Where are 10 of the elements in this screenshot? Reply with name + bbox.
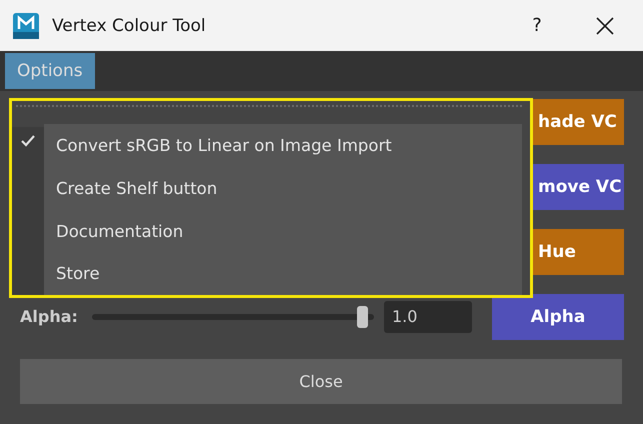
slider-thumb[interactable] bbox=[357, 306, 368, 328]
close-button[interactable]: Close bbox=[20, 358, 622, 404]
checkmark-icon bbox=[20, 134, 36, 148]
slider-label: Alpha: bbox=[20, 307, 79, 326]
help-button[interactable]: ? bbox=[515, 15, 559, 36]
window-title: Vertex Colour Tool bbox=[52, 16, 207, 36]
app-logo-icon bbox=[12, 12, 40, 40]
value-field[interactable]: 1.0 bbox=[384, 300, 472, 333]
close-icon[interactable] bbox=[595, 16, 615, 36]
tool-button[interactable]: Alpha bbox=[492, 294, 624, 340]
